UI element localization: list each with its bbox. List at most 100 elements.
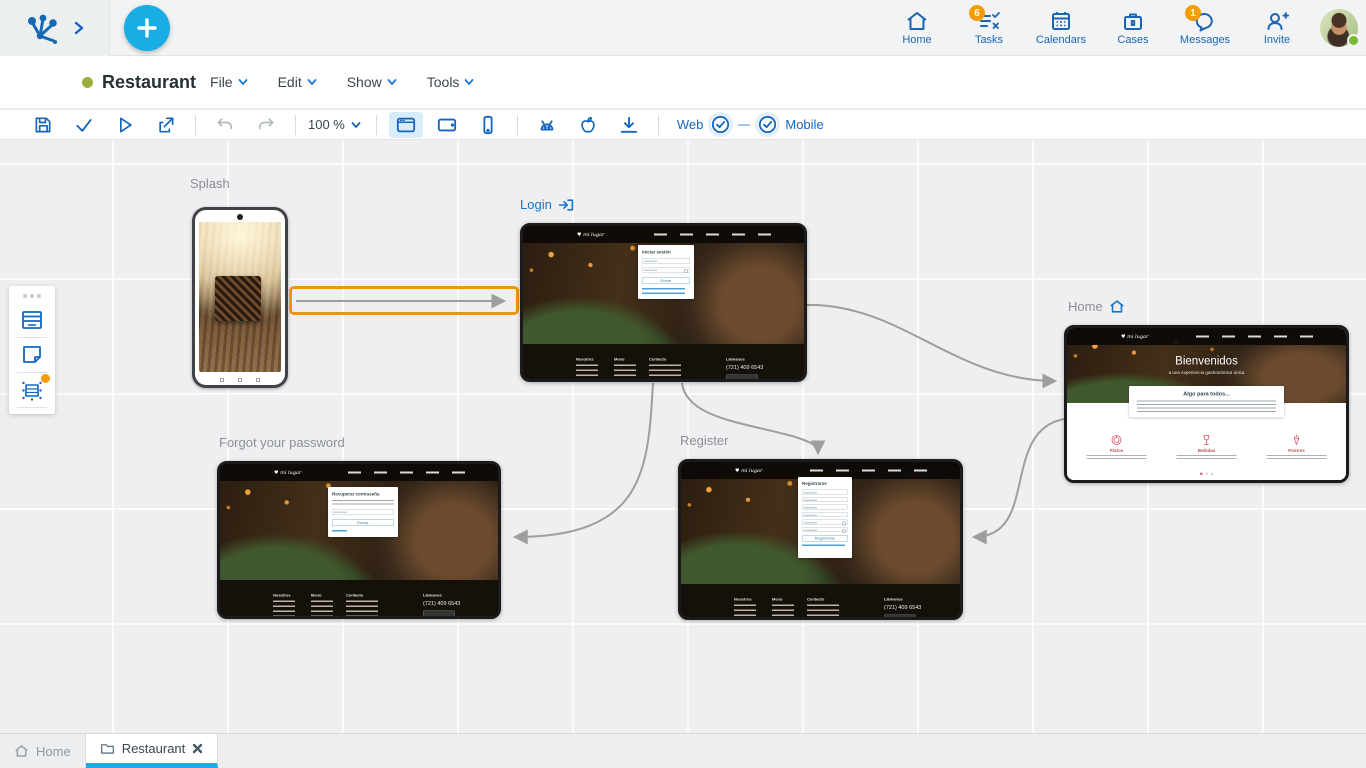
download-button[interactable] — [612, 112, 646, 138]
toolbar-divider — [295, 115, 296, 135]
app-logo-box — [0, 0, 110, 56]
register-link-mock — [802, 545, 845, 547]
palette-drag-handle[interactable] — [23, 294, 41, 298]
online-status-dot — [1347, 34, 1360, 47]
screen-forgot-password[interactable]: ♥ mi lugar Recuperar contraseña Enviar N… — [217, 461, 501, 619]
plate-icon — [1111, 434, 1123, 446]
site-logo: ♥ mi lugar — [1121, 334, 1148, 340]
nav-invite[interactable]: Invite — [1248, 4, 1306, 52]
chevron-down-icon — [387, 78, 397, 86]
menu-tools[interactable]: Tools — [427, 74, 475, 90]
menu-tools-label: Tools — [427, 74, 460, 90]
nav-home[interactable]: Home — [888, 4, 946, 52]
repeat-password-input-mock — [802, 527, 848, 532]
undo-button[interactable] — [208, 112, 242, 138]
screen-splash[interactable] — [192, 207, 288, 388]
chevron-down-icon — [238, 78, 248, 86]
ice-cream-icon — [1291, 434, 1303, 446]
tab-home[interactable]: Home — [0, 734, 86, 768]
mobile-enabled-check-icon[interactable] — [758, 115, 777, 134]
home-features: Platos Bebidas Postres — [1067, 434, 1346, 460]
user-avatar[interactable] — [1320, 9, 1358, 47]
add-new-button[interactable] — [124, 5, 170, 51]
validate-button[interactable] — [67, 112, 101, 138]
web-enabled-check-icon[interactable] — [711, 115, 730, 134]
nav-home-label: Home — [902, 34, 931, 46]
home-hero-subtitle: a una experiencia gastronómica única — [1067, 370, 1346, 375]
templates-panel-icon[interactable] — [17, 341, 47, 369]
selected-link-highlight[interactable] — [289, 286, 519, 315]
home-paragraph-mock — [1137, 401, 1276, 414]
widgets-palette — [9, 286, 55, 414]
footer-links-mock — [273, 601, 295, 620]
feature-bebidas: Bebidas — [1177, 434, 1237, 460]
screen-register[interactable]: ♥ mi lugar Registrarse Registrarse Nosot… — [678, 459, 963, 620]
ios-export-button[interactable] — [571, 112, 605, 138]
messages-badge: 1 — [1185, 5, 1201, 21]
project-status-dot — [82, 77, 93, 88]
menu-edit-label: Edit — [278, 74, 302, 90]
password-input-mock — [802, 520, 848, 525]
footer-col-contacto: Contacto — [346, 593, 391, 598]
toolbar-divider — [658, 115, 659, 135]
forgot-card-title: Recuperar contraseña — [332, 492, 394, 497]
palette-divider — [17, 372, 47, 373]
menu-file[interactable]: File — [210, 74, 248, 90]
zoom-level-control[interactable]: 100 % — [308, 117, 361, 132]
web-label: Web — [677, 117, 704, 132]
screen-home[interactable]: ♥ mi lugar Bienvenidos a una experiencia… — [1064, 325, 1349, 483]
flow-canvas[interactable]: Splash Login ♥ mi lugar Iniciar sesión — [0, 140, 1366, 733]
toolbar-divider — [517, 115, 518, 135]
screen-label-login[interactable]: Login — [520, 197, 574, 212]
collapse-chevron-icon[interactable] — [74, 21, 84, 35]
link-login-home — [807, 305, 1055, 381]
menu-edit[interactable]: Edit — [278, 74, 317, 90]
footer-col-menu: Menú — [772, 597, 807, 602]
menu-show[interactable]: Show — [347, 74, 397, 90]
chevron-down-icon — [351, 121, 361, 129]
footer-links-mock — [346, 601, 378, 618]
nav-tasks[interactable]: 6 Tasks — [960, 4, 1018, 52]
tab-restaurant[interactable]: Restaurant — [86, 734, 219, 768]
phone-camera-dot — [237, 214, 243, 220]
site-header: ♥ mi lugar — [523, 226, 804, 243]
login-submit-mock: Entrar — [642, 277, 690, 284]
project-menu-bar: Restaurant File Edit Show Tools — [0, 56, 1366, 109]
footer-links-mock — [772, 605, 794, 621]
tablet-view-button[interactable] — [430, 112, 464, 138]
forgot-card: Recuperar contraseña Enviar — [328, 487, 398, 537]
mobile-view-button[interactable] — [471, 112, 505, 138]
nav-messages[interactable]: 1 Messages — [1176, 4, 1234, 52]
close-tab-icon[interactable] — [192, 743, 203, 754]
register-card: Registrarse Registrarse — [798, 477, 852, 558]
link-home-register — [974, 419, 1064, 537]
screen-label-home[interactable]: Home — [1068, 299, 1125, 314]
toolbar-divider — [376, 115, 377, 135]
screen-label-splash[interactable]: Splash — [190, 176, 230, 191]
nav-tasks-label: Tasks — [975, 34, 1003, 46]
nav-cases[interactable]: Cases — [1104, 4, 1162, 52]
screen-label-register[interactable]: Register — [680, 433, 728, 448]
justinmind-logo-icon[interactable] — [26, 12, 60, 44]
site-footer: Nosotros Menú Contacto Llámanos (721) 40… — [523, 344, 804, 379]
android-export-button[interactable] — [530, 112, 564, 138]
screen-login[interactable]: ♥ mi lugar Iniciar sesión Entrar Nosotro… — [520, 223, 807, 382]
top-navigation: Home 6 Tasks Calendars — [888, 0, 1358, 56]
sign-in-icon — [558, 198, 574, 212]
username-input-mock — [802, 505, 848, 510]
notification-dot — [41, 374, 50, 383]
nav-cases-label: Cases — [1117, 34, 1148, 46]
share-export-button[interactable] — [149, 112, 183, 138]
desktop-view-button[interactable] — [389, 112, 423, 138]
screens-panel-icon[interactable] — [17, 306, 47, 334]
save-button[interactable] — [26, 112, 60, 138]
play-simulate-button[interactable] — [108, 112, 142, 138]
screen-label-forgot[interactable]: Forgot your password — [219, 435, 345, 450]
mobile-label: Mobile — [785, 117, 823, 132]
forgot-label-text: Forgot your password — [219, 435, 345, 450]
redo-button[interactable] — [249, 112, 283, 138]
home-section-title: Algo para todos... — [1137, 391, 1276, 397]
home-icon — [905, 10, 929, 32]
nav-calendars[interactable]: Calendars — [1032, 4, 1090, 52]
masters-panel-icon[interactable] — [17, 376, 47, 404]
